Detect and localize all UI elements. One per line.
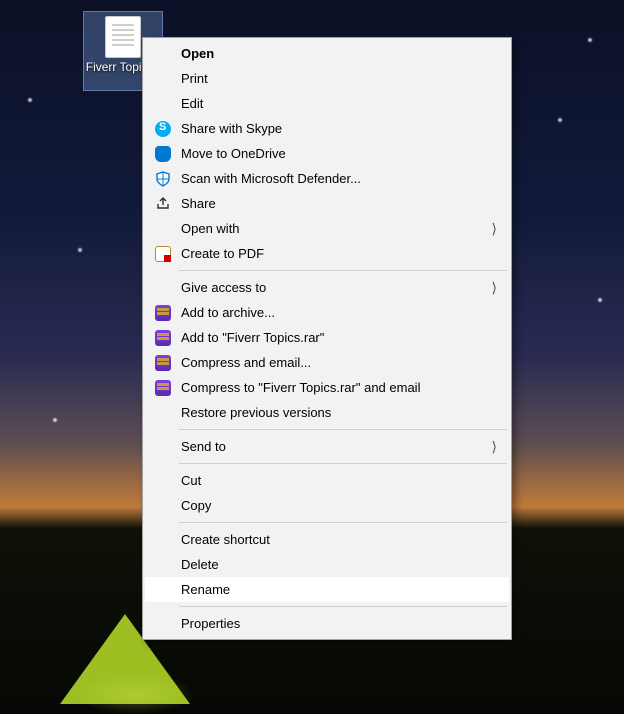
shield-icon (153, 169, 173, 189)
winrar-icon (153, 353, 173, 373)
blank-icon (153, 437, 173, 457)
menu-open-label: Open (173, 46, 214, 61)
separator (179, 270, 507, 271)
menu-share-skype-label: Share with Skype (173, 121, 282, 136)
menu-cut[interactable]: Cut (145, 468, 509, 493)
text-file-icon (105, 16, 141, 58)
menu-restore-versions[interactable]: Restore previous versions (145, 400, 509, 425)
menu-compress-rar-email-label: Compress to "Fiverr Topics.rar" and emai… (173, 380, 420, 395)
menu-open-with[interactable]: Open with ⟩ (145, 216, 509, 241)
menu-add-archive[interactable]: Add to archive... (145, 300, 509, 325)
chevron-right-icon: ⟩ (492, 438, 497, 455)
separator (179, 463, 507, 464)
menu-defender-label: Scan with Microsoft Defender... (173, 171, 361, 186)
pdf-icon (153, 244, 173, 264)
menu-share-skype[interactable]: Share with Skype (145, 116, 509, 141)
menu-print-label: Print (173, 71, 208, 86)
blank-icon (153, 94, 173, 114)
skype-icon (153, 119, 173, 139)
menu-print[interactable]: Print (145, 66, 509, 91)
blank-icon (153, 44, 173, 64)
blank-icon (153, 403, 173, 423)
menu-move-onedrive[interactable]: Move to OneDrive (145, 141, 509, 166)
menu-create-pdf-label: Create to PDF (173, 246, 264, 261)
blank-icon (153, 278, 173, 298)
menu-open[interactable]: Open (145, 41, 509, 66)
menu-open-with-label: Open with (173, 221, 240, 236)
blank-icon (153, 69, 173, 89)
menu-properties-label: Properties (173, 616, 240, 631)
menu-add-rar[interactable]: Add to "Fiverr Topics.rar" (145, 325, 509, 350)
menu-edit-label: Edit (173, 96, 203, 111)
menu-defender-scan[interactable]: Scan with Microsoft Defender... (145, 166, 509, 191)
menu-rename[interactable]: Rename (145, 577, 509, 602)
winrar-icon (153, 328, 173, 348)
blank-icon (153, 219, 173, 239)
menu-delete-label: Delete (173, 557, 219, 572)
chevron-right-icon: ⟩ (492, 279, 497, 296)
separator (179, 429, 507, 430)
menu-properties[interactable]: Properties (145, 611, 509, 636)
share-icon (153, 194, 173, 214)
menu-add-rar-label: Add to "Fiverr Topics.rar" (173, 330, 324, 345)
onedrive-icon (153, 144, 173, 164)
menu-add-archive-label: Add to archive... (173, 305, 275, 320)
blank-icon (153, 530, 173, 550)
menu-rename-label: Rename (173, 582, 230, 597)
blank-icon (153, 555, 173, 575)
blank-icon (153, 614, 173, 634)
separator (179, 606, 507, 607)
menu-copy-label: Copy (173, 498, 211, 513)
blank-icon (153, 496, 173, 516)
menu-send-to[interactable]: Send to ⟩ (145, 434, 509, 459)
menu-copy[interactable]: Copy (145, 493, 509, 518)
menu-create-shortcut[interactable]: Create shortcut (145, 527, 509, 552)
blank-icon (153, 471, 173, 491)
context-menu: Open Print Edit Share with Skype Move to… (142, 37, 512, 640)
menu-edit[interactable]: Edit (145, 91, 509, 116)
menu-create-pdf[interactable]: Create to PDF (145, 241, 509, 266)
menu-share[interactable]: Share (145, 191, 509, 216)
menu-send-to-label: Send to (173, 439, 226, 454)
chevron-right-icon: ⟩ (492, 220, 497, 237)
menu-share-label: Share (173, 196, 216, 211)
menu-cut-label: Cut (173, 473, 201, 488)
menu-move-onedrive-label: Move to OneDrive (173, 146, 286, 161)
menu-compress-email-label: Compress and email... (173, 355, 311, 370)
menu-give-access[interactable]: Give access to ⟩ (145, 275, 509, 300)
separator (179, 522, 507, 523)
menu-compress-rar-email[interactable]: Compress to "Fiverr Topics.rar" and emai… (145, 375, 509, 400)
menu-give-access-label: Give access to (173, 280, 266, 295)
menu-create-shortcut-label: Create shortcut (173, 532, 270, 547)
winrar-icon (153, 303, 173, 323)
menu-compress-email[interactable]: Compress and email... (145, 350, 509, 375)
desktop[interactable]: Fiverr Topics.t Open Print Edit Share wi… (0, 0, 624, 714)
blank-icon (153, 580, 173, 600)
menu-restore-label: Restore previous versions (173, 405, 331, 420)
menu-delete[interactable]: Delete (145, 552, 509, 577)
winrar-icon (153, 378, 173, 398)
